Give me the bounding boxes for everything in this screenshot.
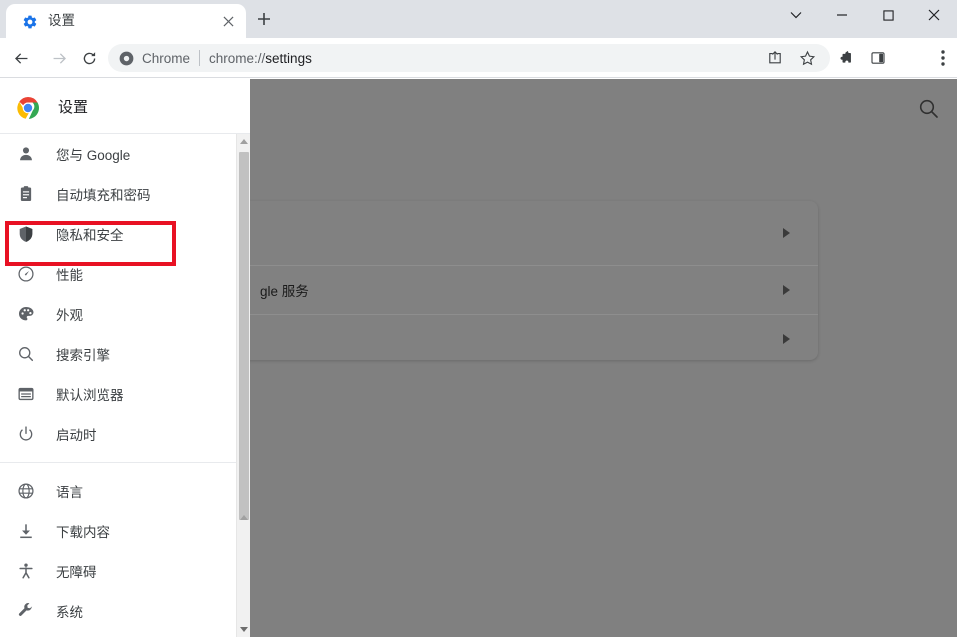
- sidebar-item-performance[interactable]: 性能: [0, 254, 236, 294]
- power-icon: [16, 424, 36, 444]
- accessibility-icon: [16, 561, 36, 581]
- omnibox-url-main: settings: [265, 50, 312, 66]
- tab-close-icon[interactable]: [218, 11, 238, 31]
- sidebar-item-you-and-google[interactable]: 您与 Google: [0, 134, 236, 174]
- sidebar-item-label: 搜索引擎: [56, 348, 110, 363]
- sidebar-item-search-engine[interactable]: 搜索引擎: [0, 334, 236, 374]
- sidebar-item-label: 下载内容: [56, 525, 110, 540]
- chevron-right-icon: [783, 285, 790, 295]
- window-controls: [773, 0, 957, 38]
- minimize-icon[interactable]: [819, 0, 865, 30]
- globe-icon: [16, 481, 36, 501]
- chrome-logo-icon: [118, 50, 134, 66]
- browser-tab[interactable]: 设置: [6, 4, 246, 38]
- sidebar-item-label: 语言: [56, 485, 83, 500]
- settings-row-label: gle 服务: [260, 284, 309, 299]
- sidebar-item-label: 启动时: [56, 428, 97, 443]
- sidebar-scrollbar[interactable]: [236, 134, 250, 637]
- extensions-puzzle-icon[interactable]: [832, 45, 858, 71]
- bookmark-star-icon[interactable]: [794, 45, 820, 71]
- settings-card: gle 服务: [196, 201, 818, 360]
- sidebar-nav-list: 您与 Google 自动填充和密码 隐私和安全 性能 外观 搜索引擎 默认浏览器…: [0, 134, 236, 631]
- scroll-thumb-arrow-icon: [240, 515, 248, 520]
- sidebar-item-label: 外观: [56, 308, 83, 323]
- scroll-down-arrow-icon[interactable]: [240, 627, 248, 632]
- omnibox-site-chip: Chrome: [142, 50, 191, 66]
- sidebar-item-system[interactable]: 系统: [0, 591, 236, 631]
- search-icon[interactable]: [918, 98, 940, 120]
- settings-gear-icon: [22, 14, 38, 30]
- share-icon[interactable]: [762, 45, 788, 71]
- sidebar-title: 设置: [58, 98, 89, 116]
- sidebar-item-languages[interactable]: 语言: [0, 471, 236, 511]
- omnibox-divider: [199, 50, 201, 66]
- sidebar-item-label: 隐私和安全: [56, 228, 124, 243]
- sidebar-item-downloads[interactable]: 下载内容: [0, 511, 236, 551]
- back-arrow-icon[interactable]: [8, 45, 34, 71]
- address-bar[interactable]: Chrome chrome://settings: [108, 44, 830, 72]
- reload-icon[interactable]: [76, 45, 102, 71]
- download-icon: [16, 521, 36, 541]
- palette-icon: [16, 304, 36, 324]
- wrench-icon: [16, 601, 36, 621]
- chrome-logo-icon: [16, 96, 40, 120]
- omnibox-url: chrome://settings: [209, 51, 312, 66]
- settings-card-row[interactable]: [196, 201, 818, 266]
- person-icon: [16, 144, 36, 164]
- sidebar-item-autofill-passwords[interactable]: 自动填充和密码: [0, 174, 236, 214]
- close-icon[interactable]: [911, 0, 957, 30]
- sidebar-item-appearance[interactable]: 外观: [0, 294, 236, 334]
- browser-toolbar: Chrome chrome://settings: [0, 38, 957, 109]
- scrollbar-thumb[interactable]: [239, 152, 249, 520]
- maximize-icon[interactable]: [865, 0, 911, 30]
- sidebar-item-default-browser[interactable]: 默认浏览器: [0, 374, 236, 414]
- speedometer-icon: [16, 264, 36, 284]
- sidebar-item-accessibility[interactable]: 无障碍: [0, 551, 236, 591]
- sidebar-item-label: 默认浏览器: [56, 388, 124, 403]
- sidebar-item-privacy-security[interactable]: 隐私和安全: [0, 214, 236, 254]
- new-tab-button[interactable]: [252, 7, 276, 31]
- settings-card-row[interactable]: [196, 315, 818, 360]
- browser-window-icon: [16, 384, 36, 404]
- sidebar-item-label: 无障碍: [56, 565, 97, 580]
- sidebar-item-label: 您与 Google: [56, 148, 131, 163]
- shield-icon: [16, 224, 36, 244]
- tab-search-chevron-icon[interactable]: [773, 0, 819, 30]
- settings-card-row[interactable]: gle 服务: [196, 266, 818, 315]
- sidebar-header: 设置: [0, 79, 250, 134]
- more-menu-icon[interactable]: [930, 45, 956, 71]
- scroll-up-arrow-icon[interactable]: [240, 139, 248, 144]
- chevron-right-icon: [783, 228, 790, 238]
- tab-strip: 设置: [0, 0, 957, 38]
- settings-sidebar: 设置 您与 Google 自动填充和密码 隐私和安全 性能 外观 搜索引擎 默认…: [0, 79, 250, 637]
- sidebar-item-label: 自动填充和密码: [56, 188, 151, 203]
- browser-window: 设置 Chrome chrome://settings gle 服务 设置 您与…: [0, 0, 957, 637]
- sidebar-item-label: 性能: [56, 268, 83, 283]
- omnibox-url-prefix: chrome://: [209, 50, 266, 66]
- side-panel-icon[interactable]: [865, 45, 891, 71]
- clipboard-icon: [16, 184, 36, 204]
- sidebar-divider: [0, 462, 236, 463]
- sidebar-item-label: 系统: [56, 605, 83, 620]
- sidebar-item-on-startup[interactable]: 启动时: [0, 414, 236, 454]
- chevron-right-icon: [783, 333, 790, 344]
- forward-arrow-icon: [46, 45, 72, 71]
- search-icon: [16, 344, 36, 364]
- tab-title: 设置: [48, 13, 75, 28]
